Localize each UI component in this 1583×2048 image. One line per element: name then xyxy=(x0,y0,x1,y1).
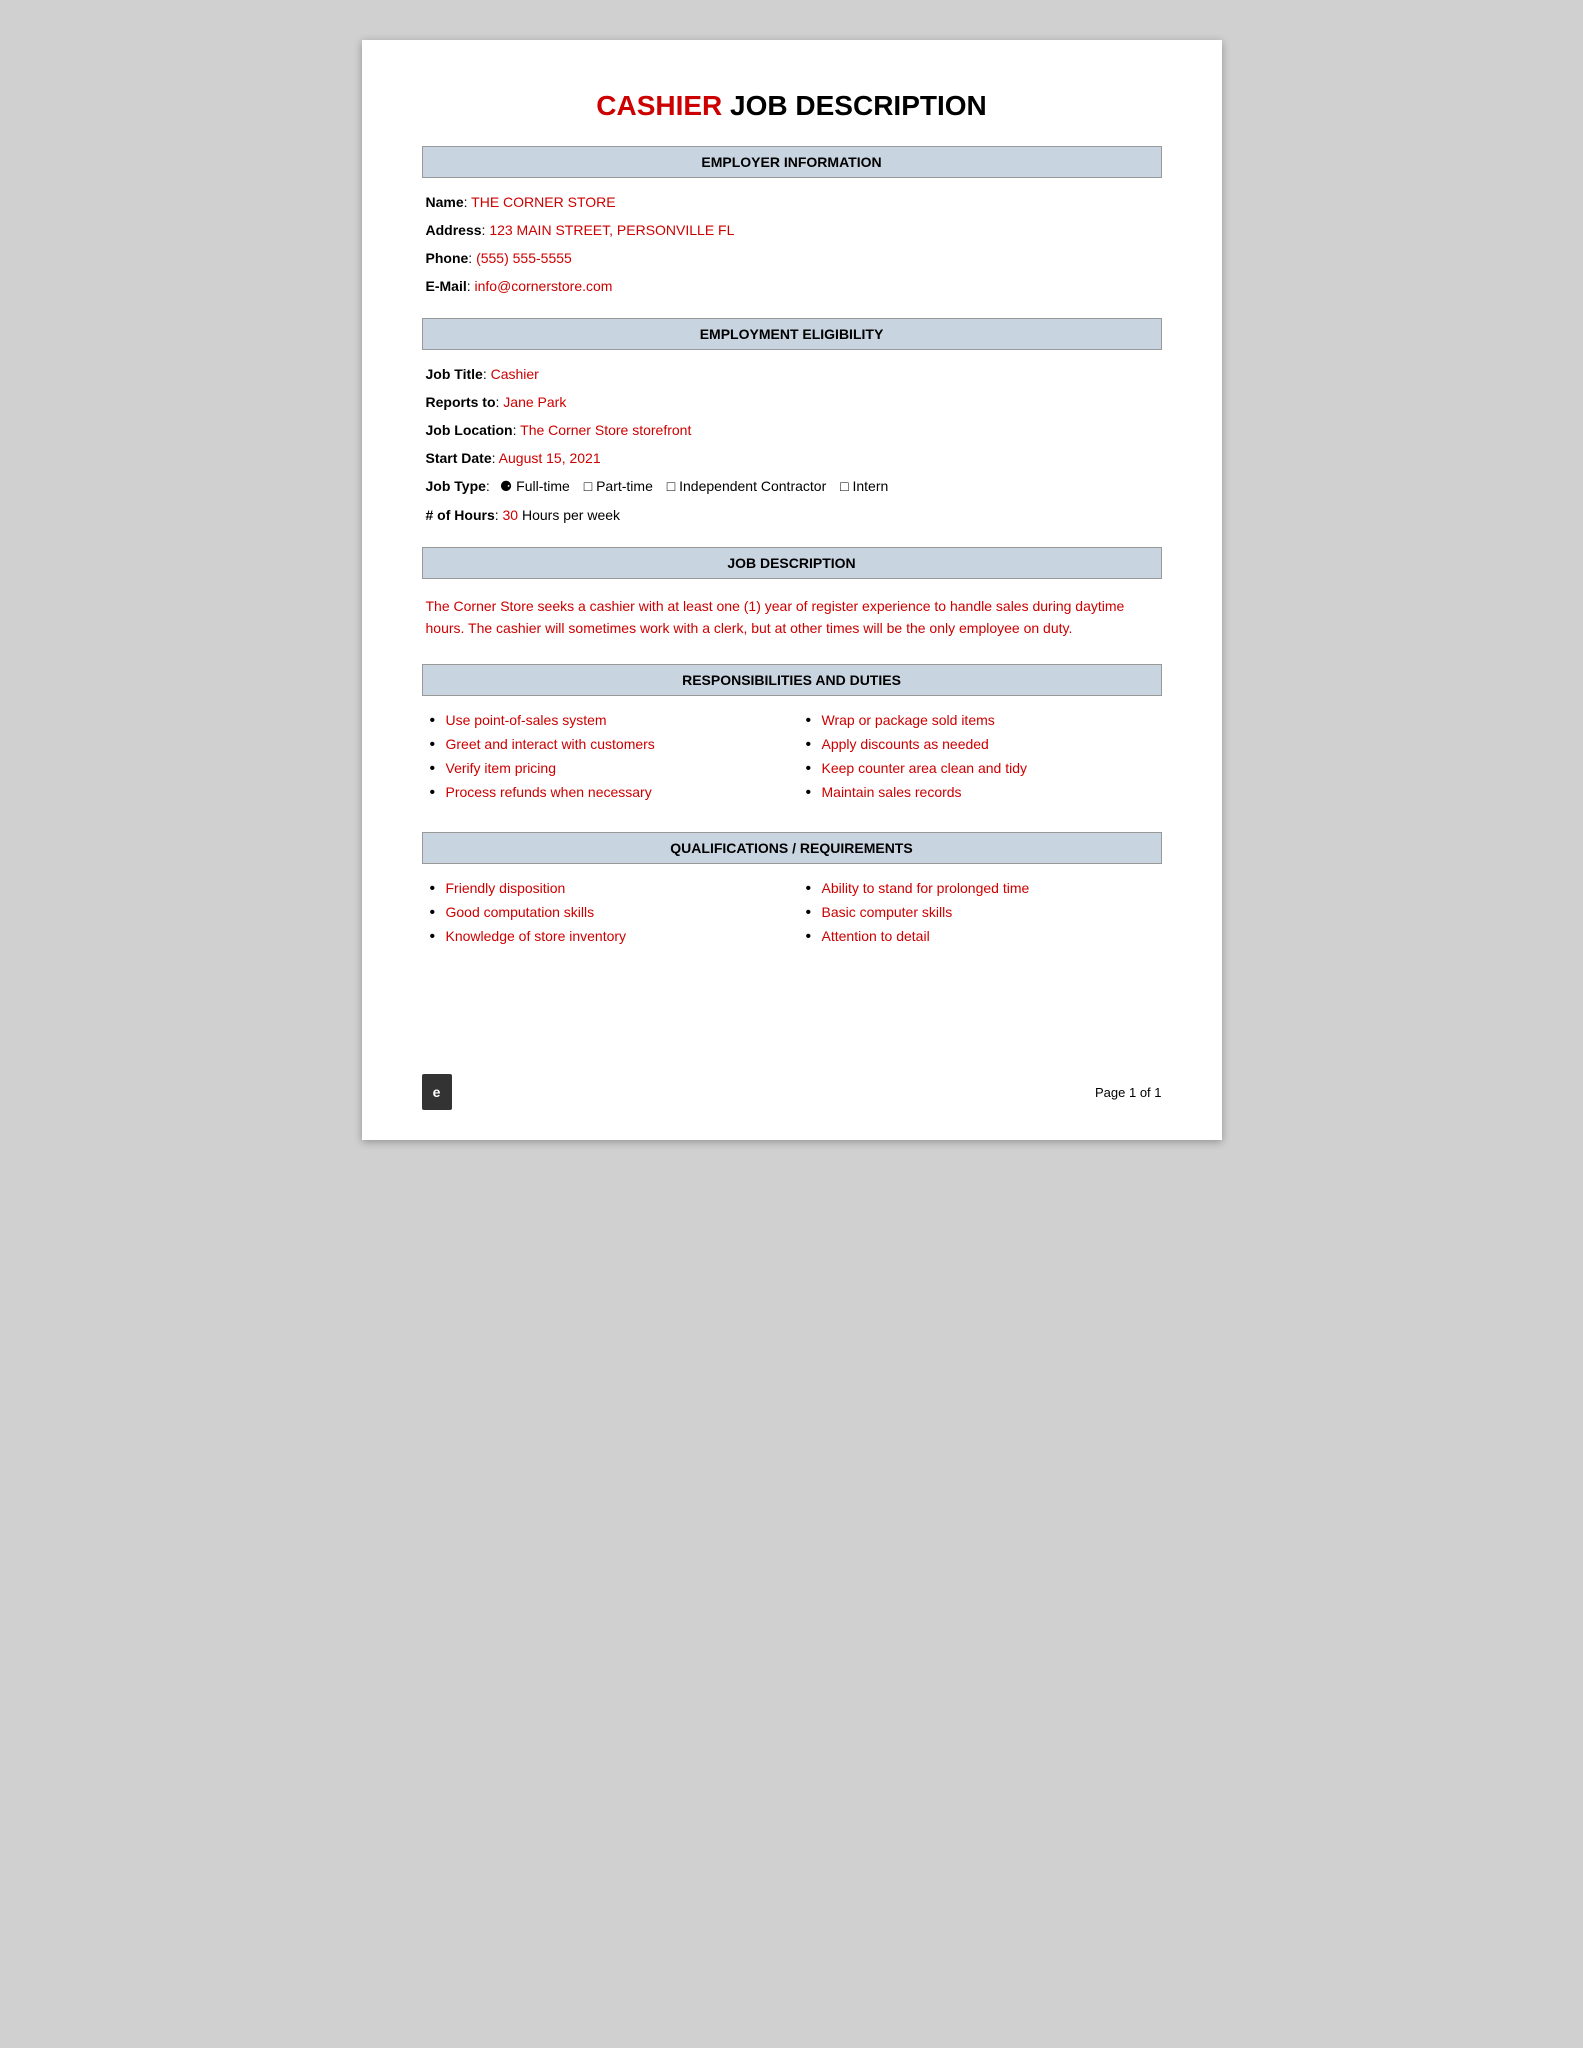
job-location-line: Job Location: The Corner Store storefron… xyxy=(426,422,1158,438)
employer-address-line: Address: 123 MAIN STREET, PERSONVILLE FL xyxy=(426,222,1158,238)
eligibility-header: EMPLOYMENT ELIGIBILITY xyxy=(422,318,1162,350)
responsibilities-col1: Use point-of-sales system Greet and inte… xyxy=(426,712,782,808)
fulltime-label: Full-time xyxy=(516,478,570,494)
list-item: Wrap or package sold items xyxy=(802,712,1158,728)
intern-checkbox-group: □ Intern xyxy=(840,478,888,494)
fulltime-checkbox-group: ⚈ Full-time xyxy=(500,478,570,494)
document-page: CASHIER JOB DESCRIPTION EMPLOYER INFORMA… xyxy=(362,40,1222,1140)
employer-address-label: Address xyxy=(426,222,482,238)
employer-header: EMPLOYER INFORMATION xyxy=(422,146,1162,178)
employer-email-value: info@cornerstore.com xyxy=(475,278,613,294)
list-item: Attention to detail xyxy=(802,928,1158,944)
hours-value: 30 xyxy=(503,507,519,523)
job-title-value: Cashier xyxy=(491,366,539,382)
list-item: Good computation skills xyxy=(426,904,782,920)
start-date-label: Start Date xyxy=(426,450,492,466)
reports-to-value: Jane Park xyxy=(503,394,566,410)
list-item: Apply discounts as needed xyxy=(802,736,1158,752)
eligibility-info-block: Job Title: Cashier Reports to: Jane Park… xyxy=(422,366,1162,523)
intern-label: Intern xyxy=(852,478,888,494)
eligibility-section: EMPLOYMENT ELIGIBILITY Job Title: Cashie… xyxy=(422,318,1162,523)
description-text: The Corner Store seeks a cashier with at… xyxy=(422,595,1162,640)
list-item: Ability to stand for prolonged time xyxy=(802,880,1158,896)
job-description-header: JOB DESCRIPTION xyxy=(422,547,1162,579)
main-title: CASHIER JOB DESCRIPTION xyxy=(422,90,1162,122)
employer-name-line: Name: THE CORNER STORE xyxy=(426,194,1158,210)
employer-info-block: Name: THE CORNER STORE Address: 123 MAIN… xyxy=(422,194,1162,294)
footer: Page 1 of 1 xyxy=(422,1074,1162,1110)
qualifications-section: QUALIFICATIONS / REQUIREMENTS Friendly d… xyxy=(422,832,1162,952)
start-date-value: August 15, 2021 xyxy=(499,450,601,466)
responsibilities-list: Use point-of-sales system Greet and inte… xyxy=(422,712,1162,808)
qualifications-list: Friendly disposition Good computation sk… xyxy=(422,880,1162,952)
list-item: Keep counter area clean and tidy xyxy=(802,760,1158,776)
hours-suffix: Hours per week xyxy=(518,507,620,523)
list-item: Knowledge of store inventory xyxy=(426,928,782,944)
list-item: Basic computer skills xyxy=(802,904,1158,920)
responsibilities-header: RESPONSIBILITIES AND DUTIES xyxy=(422,664,1162,696)
reports-to-label: Reports to xyxy=(426,394,496,410)
employer-phone-label: Phone xyxy=(426,250,469,266)
employer-email-label: E-Mail xyxy=(426,278,467,294)
document-icon xyxy=(422,1074,452,1110)
list-item: Friendly disposition xyxy=(426,880,782,896)
employer-address-value: 123 MAIN STREET, PERSONVILLE FL xyxy=(489,222,734,238)
job-description-section: JOB DESCRIPTION The Corner Store seeks a… xyxy=(422,547,1162,640)
job-location-label: Job Location xyxy=(426,422,513,438)
list-item: Maintain sales records xyxy=(802,784,1158,800)
list-item: Verify item pricing xyxy=(426,760,782,776)
employer-phone-line: Phone: (555) 555-5555 xyxy=(426,250,1158,266)
responsibilities-col2: Wrap or package sold items Apply discoun… xyxy=(802,712,1158,808)
employer-phone-value: (555) 555-5555 xyxy=(476,250,572,266)
title-black-part: JOB DESCRIPTION xyxy=(722,90,986,121)
employer-section: EMPLOYER INFORMATION Name: THE CORNER ST… xyxy=(422,146,1162,294)
qualifications-col1: Friendly disposition Good computation sk… xyxy=(426,880,782,952)
start-date-line: Start Date: August 15, 2021 xyxy=(426,450,1158,466)
responsibilities-section: RESPONSIBILITIES AND DUTIES Use point-of… xyxy=(422,664,1162,808)
page-number: Page 1 of 1 xyxy=(1095,1085,1162,1100)
reports-to-line: Reports to: Jane Park xyxy=(426,394,1158,410)
hours-line: # of Hours: 30 Hours per week xyxy=(426,507,1158,523)
job-type-label: Job Type xyxy=(426,478,486,494)
parttime-checkbox-group: □ Part-time xyxy=(584,478,653,494)
title-red-part: CASHIER xyxy=(596,90,722,121)
independent-checkbox-group: □ Independent Contractor xyxy=(667,478,826,494)
list-item: Use point-of-sales system xyxy=(426,712,782,728)
job-location-value: The Corner Store storefront xyxy=(520,422,691,438)
employer-name-label: Name xyxy=(426,194,464,210)
independent-label: Independent Contractor xyxy=(679,478,826,494)
hours-label: # of Hours xyxy=(426,507,495,523)
job-type-line: Job Type: ⚈ Full-time □ Part-time □ Inde… xyxy=(426,478,1158,495)
parttime-label: Part-time xyxy=(596,478,653,494)
list-item: Process refunds when necessary xyxy=(426,784,782,800)
qualifications-col2: Ability to stand for prolonged time Basi… xyxy=(802,880,1158,952)
qualifications-header: QUALIFICATIONS / REQUIREMENTS xyxy=(422,832,1162,864)
job-title-line: Job Title: Cashier xyxy=(426,366,1158,382)
job-title-label: Job Title xyxy=(426,366,483,382)
employer-name-value: THE CORNER STORE xyxy=(471,194,615,210)
employer-email-line: E-Mail: info@cornerstore.com xyxy=(426,278,1158,294)
list-item: Greet and interact with customers xyxy=(426,736,782,752)
